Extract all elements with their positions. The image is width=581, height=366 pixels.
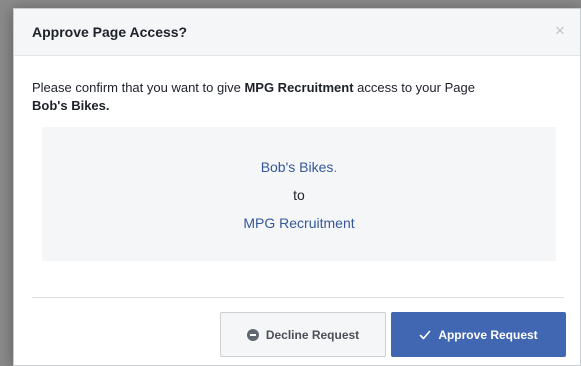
approve-request-button[interactable]: Approve Request xyxy=(391,312,566,357)
summary-page-link[interactable]: Bob's Bikes xyxy=(261,159,334,175)
access-summary-box: Bob's Bikes. to MPG Recruitment xyxy=(42,127,556,261)
dialog-title: Approve Page Access? xyxy=(32,24,188,40)
prompt-text-prefix: Please confirm that you want to give xyxy=(32,80,245,95)
prompt-app-name: MPG Recruitment xyxy=(244,80,354,95)
approve-button-label: Approve Request xyxy=(438,327,538,342)
approve-page-access-dialog: Approve Page Access? × Please confirm th… xyxy=(13,8,581,366)
decline-button-label: Decline Request xyxy=(265,327,360,342)
check-icon xyxy=(420,330,431,339)
footer-divider xyxy=(32,297,564,298)
summary-page-suffix: . xyxy=(333,159,338,175)
close-icon[interactable]: × xyxy=(550,21,570,41)
summary-connector: to xyxy=(293,187,305,203)
prompt-text-middle: access to your Page xyxy=(353,80,475,95)
summary-app-link[interactable]: MPG Recruitment xyxy=(42,215,556,231)
confirmation-prompt: Please confirm that you want to give MPG… xyxy=(32,79,552,115)
prompt-page-name: Bob's Bikes. xyxy=(32,98,110,113)
minus-circle-icon xyxy=(246,328,259,341)
dialog-header: Approve Page Access? × xyxy=(14,9,580,56)
summary-page: Bob's Bikes. xyxy=(42,159,556,175)
decline-request-button[interactable]: Decline Request xyxy=(220,312,386,357)
